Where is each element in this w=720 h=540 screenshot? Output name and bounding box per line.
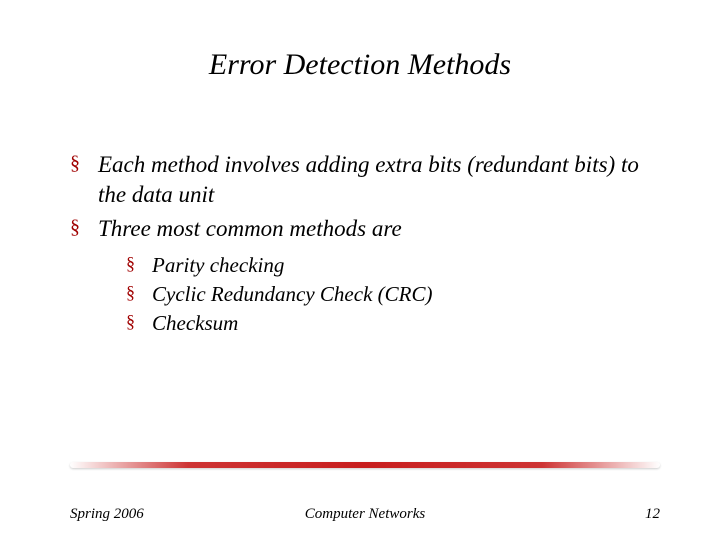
divider-bar <box>70 462 660 468</box>
sub-bullet-text: Parity checking <box>152 253 284 277</box>
bullet-text: Each method involves adding extra bits (… <box>98 152 639 207</box>
slide-body: Each method involves adding extra bits (… <box>70 150 660 342</box>
bullet-item: Three most common methods are Parity che… <box>70 214 660 338</box>
sub-bullet-text: Cyclic Redundancy Check (CRC) <box>152 282 432 306</box>
sub-bullet-item: Cyclic Redundancy Check (CRC) <box>126 281 660 308</box>
sub-bullet-item: Checksum <box>126 310 660 337</box>
sub-bullet-text: Checksum <box>152 311 238 335</box>
bullet-list: Each method involves adding extra bits (… <box>70 150 660 338</box>
footer-page-number: 12 <box>645 506 660 523</box>
bullet-text: Three most common methods are <box>98 216 402 241</box>
bullet-item: Each method involves adding extra bits (… <box>70 150 660 210</box>
sub-bullet-list: Parity checking Cyclic Redundancy Check … <box>98 252 660 338</box>
sub-bullet-item: Parity checking <box>126 252 660 279</box>
footer-course: Computer Networks <box>70 506 660 523</box>
slide: Error Detection Methods Each method invo… <box>0 0 720 540</box>
slide-title: Error Detection Methods <box>0 48 720 82</box>
